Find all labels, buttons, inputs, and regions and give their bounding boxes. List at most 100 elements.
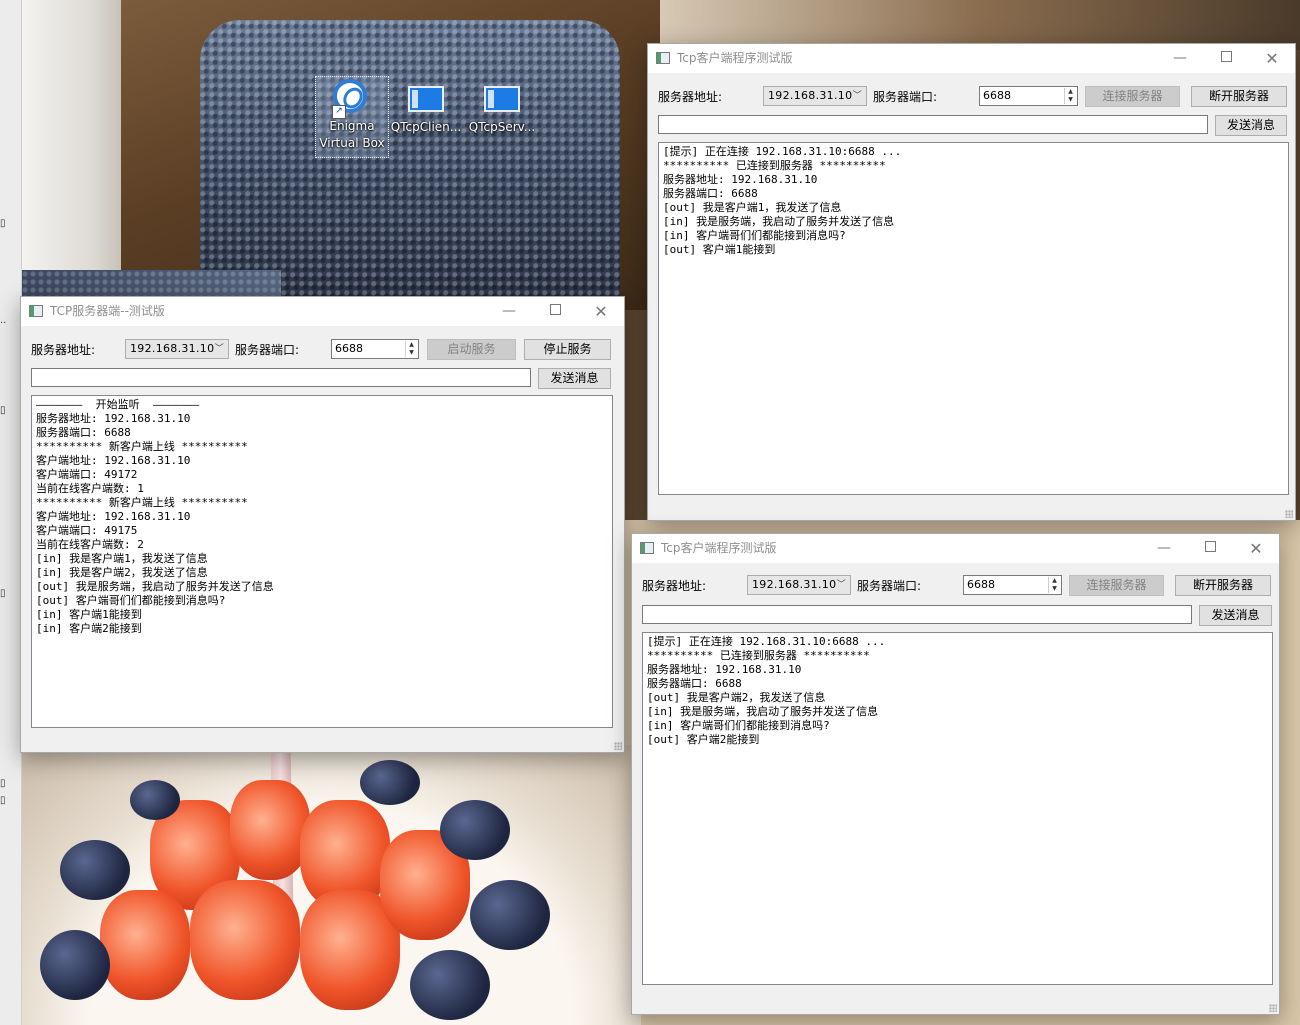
server-address-label: 服务器地址: <box>642 579 707 593</box>
close-button[interactable]: ✕ <box>578 297 624 326</box>
stop-service-button[interactable]: 停止服务 <box>524 339 611 360</box>
server-port-spinbox[interactable]: 6688 ▲ ▼ <box>963 575 1062 595</box>
connect-server-button[interactable]: 连接服务器 <box>1085 86 1180 107</box>
window-title: Tcp客户端程序测试版 <box>661 541 777 555</box>
message-log[interactable]: [提示] 正在连接 192.168.31.10:6688 ... *******… <box>658 142 1289 495</box>
disconnect-server-button[interactable]: 断开服务器 <box>1191 86 1287 107</box>
server-address-value: 192.168.31.10 <box>130 342 215 355</box>
app-window-icon <box>656 52 670 64</box>
disconnect-server-button[interactable]: 断开服务器 <box>1175 575 1271 596</box>
chevron-down-icon: ﹀ <box>852 91 862 101</box>
close-button[interactable]: ✕ <box>1233 534 1279 563</box>
spin-down-icon[interactable]: ▼ <box>406 349 417 357</box>
minimize-button[interactable]: — <box>1157 44 1203 73</box>
log-line: [in] 我是服务端，我启动了服务并发送了信息 <box>663 215 895 228</box>
send-message-button[interactable]: 发送消息 <box>538 368 611 389</box>
server-address-label: 服务器地址: <box>658 90 723 104</box>
maximize-icon <box>1204 541 1216 552</box>
log-line: ——————— 开始监听 ——————— <box>36 398 200 411</box>
client1-window[interactable]: Tcp客户端程序测试版 — ✕ 服务器地址: 192.168.31.10 ﹀ 服… <box>647 43 1296 521</box>
log-line: [out] 客户端哥们们都能接到消息吗? <box>36 594 226 607</box>
desktop-icon-virtualbox[interactable]: ↗ Enigma Virtual Box <box>315 76 389 158</box>
log-line: [in] 我是客户端1，我发送了信息 <box>36 552 208 565</box>
message-input[interactable] <box>31 368 531 387</box>
log-line: [in] 客户端1能接到 <box>36 608 142 621</box>
spin-down-icon[interactable]: ▼ <box>1049 585 1060 593</box>
desktop-icon-qtcpclient[interactable]: QTcpClien... <box>390 78 462 136</box>
log-line: [out] 客户端2能接到 <box>647 733 760 746</box>
resize-grip[interactable] <box>1285 510 1293 518</box>
desktop-icon-label: Enigma <box>329 119 375 133</box>
spin-up-icon[interactable]: ▲ <box>1049 577 1060 585</box>
send-message-button[interactable]: 发送消息 <box>1215 115 1287 136</box>
spin-up-icon[interactable]: ▲ <box>406 341 417 349</box>
log-line: [in] 客户端哥们们都能接到消息吗? <box>663 229 846 242</box>
message-input[interactable] <box>642 605 1192 624</box>
log-line: 客户端地址: 192.168.31.10 <box>36 454 191 467</box>
maximize-button[interactable] <box>1187 534 1233 563</box>
server-port-spinbox[interactable]: 6688 ▲ ▼ <box>979 86 1078 106</box>
window-title: TCP服务器端--测试版 <box>50 304 165 318</box>
minimize-button[interactable]: — <box>1141 534 1187 563</box>
log-line: 客户端地址: 192.168.31.10 <box>36 510 191 523</box>
client2-window[interactable]: Tcp客户端程序测试版 — ✕ 服务器地址: 192.168.31.10 ﹀ 服… <box>631 533 1280 1015</box>
message-log[interactable]: [提示] 正在连接 192.168.31.10:6688 ... *******… <box>642 632 1273 985</box>
log-line: ********** 已连接到服务器 ********** <box>647 649 870 662</box>
maximize-icon <box>1220 51 1232 62</box>
close-button[interactable]: ✕ <box>1249 44 1295 73</box>
message-log[interactable]: ——————— 开始监听 ——————— 服务器地址: 192.168.31.1… <box>31 395 613 728</box>
server-port-label: 服务器端口: <box>873 90 938 104</box>
desktop-icon-label: QTcpServ... <box>468 120 536 134</box>
chevron-down-icon: ﹀ <box>836 580 846 590</box>
title-bar[interactable]: Tcp客户端程序测试版 — ✕ <box>632 534 1279 563</box>
log-line: 服务器地址: 192.168.31.10 <box>663 173 818 186</box>
log-line: [out] 我是客户端1，我发送了信息 <box>663 201 842 214</box>
server-window[interactable]: TCP服务器端--测试版 — ✕ 服务器地址: 192.168.31.10 ﹀ … <box>20 296 625 753</box>
desktop-icon-qtcpserver[interactable]: QTcpServ... <box>466 78 538 136</box>
resize-grip[interactable] <box>1269 1004 1277 1012</box>
qt-app-icon <box>406 80 446 118</box>
maximize-icon <box>549 304 561 315</box>
log-line: 当前在线客户端数: 2 <box>36 538 144 551</box>
server-address-value: 192.168.31.10 <box>768 89 853 102</box>
server-port-label: 服务器端口: <box>857 579 922 593</box>
desktop-icon-label: QTcpClien... <box>390 120 462 134</box>
log-line: [out] 我是服务端，我启动了服务并发送了信息 <box>36 580 274 593</box>
server-address-label: 服务器地址: <box>31 343 96 357</box>
log-line: [in] 我是客户端2，我发送了信息 <box>36 566 208 579</box>
log-line: ********** 已连接到服务器 ********** <box>663 159 886 172</box>
log-line: [out] 我是客户端2，我发送了信息 <box>647 691 826 704</box>
app-window-icon <box>29 305 43 317</box>
log-line: [in] 客户端哥们们都能接到消息吗? <box>647 719 830 732</box>
minimize-button[interactable]: — <box>486 297 532 326</box>
message-input[interactable] <box>658 115 1208 134</box>
log-line: ********** 新客户端上线 ********** <box>36 496 248 509</box>
server-port-value: 6688 <box>983 89 1011 102</box>
app-window-icon <box>640 542 654 554</box>
spin-down-icon[interactable]: ▼ <box>1065 96 1076 104</box>
chevron-down-icon: ﹀ <box>214 344 224 354</box>
connect-server-button[interactable]: 连接服务器 <box>1069 575 1164 596</box>
server-address-combo[interactable]: 192.168.31.10 ﹀ <box>763 86 867 106</box>
server-address-combo[interactable]: 192.168.31.10 ﹀ <box>747 575 851 595</box>
log-line: 客户端端口: 49175 <box>36 524 138 537</box>
maximize-button[interactable] <box>532 297 578 326</box>
maximize-button[interactable] <box>1203 44 1249 73</box>
server-address-combo[interactable]: 192.168.31.10 ﹀ <box>125 339 229 359</box>
server-address-value: 192.168.31.10 <box>752 578 837 591</box>
title-bar[interactable]: Tcp客户端程序测试版 — ✕ <box>648 44 1295 73</box>
title-bar[interactable]: TCP服务器端--测试版 — ✕ <box>21 297 624 326</box>
server-port-label: 服务器端口: <box>235 343 300 357</box>
log-line: 服务器地址: 192.168.31.10 <box>647 663 802 676</box>
start-service-button[interactable]: 启动服务 <box>427 339 516 360</box>
log-line: [提示] 正在连接 192.168.31.10:6688 ... <box>647 635 886 648</box>
log-line: 服务器端口: 6688 <box>663 187 758 200</box>
send-message-button[interactable]: 发送消息 <box>1199 605 1272 626</box>
resize-grip[interactable] <box>614 742 622 750</box>
qt-app-icon <box>482 80 522 118</box>
log-line: 服务器端口: 6688 <box>647 677 742 690</box>
spin-up-icon[interactable]: ▲ <box>1065 88 1076 96</box>
shortcut-arrow-icon: ↗ <box>332 105 346 119</box>
log-line: [提示] 正在连接 192.168.31.10:6688 ... <box>663 145 902 158</box>
server-port-spinbox[interactable]: 6688 ▲ ▼ <box>331 339 419 359</box>
